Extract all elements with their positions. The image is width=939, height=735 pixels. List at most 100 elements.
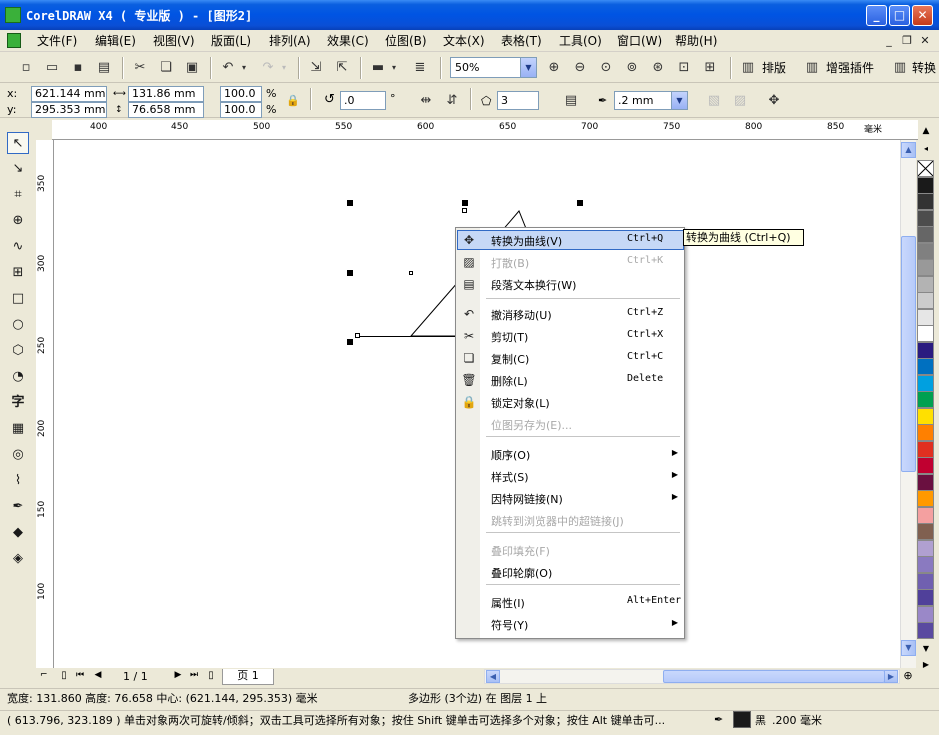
vertical-scrollbar[interactable]: ▲ ▼ — [900, 140, 916, 668]
new-icon[interactable]: ▫ — [16, 58, 36, 78]
to-front-icon[interactable]: ▨ — [730, 91, 750, 111]
menu-item[interactable]: 工具(O) — [559, 32, 602, 50]
color-swatch[interactable] — [917, 292, 934, 309]
wrap-text-icon[interactable]: ▤ — [561, 91, 581, 111]
color-swatch[interactable] — [917, 308, 934, 326]
palette-scroll-down-icon[interactable]: ▼ — [917, 642, 935, 656]
polygon-sides-field[interactable]: 3 — [497, 91, 539, 110]
color-swatch[interactable] — [917, 193, 934, 210]
zoom-height-icon[interactable]: ⊞ — [700, 58, 720, 78]
context-menu-item[interactable]: 位图另存为(E)... — [457, 414, 684, 434]
first-page-icon[interactable]: ⏮ — [74, 670, 86, 684]
app-icon[interactable] — [5, 7, 21, 23]
color-swatch[interactable] — [917, 176, 934, 194]
basic-shapes-icon[interactable]: ◔ — [7, 366, 29, 388]
context-menu-item[interactable]: 叠印填充(F) — [457, 540, 684, 560]
color-swatch[interactable] — [917, 226, 934, 243]
color-swatch[interactable] — [917, 391, 934, 408]
last-page-icon[interactable]: ⏭ — [188, 670, 200, 684]
lock-ratio-icon[interactable]: 🔒 — [286, 94, 300, 108]
context-menu-item[interactable]: ✂ 剪切(T) Ctrl+X — [457, 326, 684, 346]
fill-color-swatch[interactable] — [733, 711, 751, 728]
chevron-down-icon[interactable]: ▼ — [671, 92, 687, 109]
context-menu-item[interactable]: 属性(I) Alt+Enter — [457, 592, 684, 612]
context-menu-item[interactable]: ✥ 转换为曲线(V) Ctrl+Q — [457, 230, 684, 250]
color-swatch[interactable] — [917, 242, 934, 260]
context-menu-item[interactable]: 🔒 锁定对象(L) — [457, 392, 684, 412]
plugin-button[interactable]: 增强插件 — [826, 58, 874, 78]
save-icon[interactable]: ▪ — [68, 58, 88, 78]
color-swatch[interactable] — [917, 341, 934, 359]
palette-expand-icon[interactable]: ▶ — [917, 658, 935, 672]
context-menu-item[interactable]: 顺序(O) ▶ — [457, 444, 684, 464]
zoom-tool-icon[interactable]: ⊕ — [7, 210, 29, 232]
export-icon[interactable]: ⇱ — [332, 58, 352, 78]
convert-button[interactable]: 转换 — [912, 58, 936, 78]
selection-handle-bl[interactable] — [347, 339, 353, 345]
x-position-field[interactable]: 621.144 mm — [31, 86, 107, 102]
color-swatch[interactable] — [917, 160, 934, 177]
paste-icon[interactable]: ▣ — [182, 58, 202, 78]
zoom-page-icon[interactable]: ⊛ — [648, 58, 668, 78]
color-swatch[interactable] — [917, 523, 934, 540]
palette-scroll-up-icon[interactable]: ▲ — [917, 124, 935, 138]
scroll-right-icon[interactable]: ▶ — [884, 670, 898, 683]
color-swatch[interactable] — [917, 209, 934, 227]
scale-height-field[interactable]: 100.0 — [220, 102, 262, 118]
polygon-tool-icon[interactable]: ⬡ — [7, 340, 29, 362]
color-swatch[interactable] — [917, 457, 934, 474]
minimize-button[interactable]: _ — [866, 5, 887, 26]
vertical-ruler[interactable]: 35030025020015010050 — [36, 140, 54, 668]
selection-handle-tc[interactable] — [462, 200, 468, 206]
rectangle-tool-icon[interactable]: □ — [7, 288, 29, 310]
menu-item[interactable]: 编辑(E) — [95, 32, 136, 50]
page-tab[interactable]: 页 1 — [222, 669, 274, 685]
mirror-horizontal-icon[interactable]: ⇹ — [416, 91, 436, 111]
redo-dropdown-icon[interactable]: ▾ — [278, 58, 290, 78]
doc-close-icon[interactable]: ✕ — [917, 33, 933, 48]
crop-tool-icon[interactable]: ⌗ — [7, 184, 29, 206]
cut-icon[interactable]: ✂ — [130, 58, 150, 78]
color-swatch[interactable] — [917, 407, 934, 425]
import-icon[interactable]: ⇲ — [306, 58, 326, 78]
freehand-tool-icon[interactable]: ∿ — [7, 236, 29, 258]
mirror-vertical-icon[interactable]: ⇵ — [442, 91, 462, 111]
app-launcher-icon[interactable]: ▬ — [368, 58, 388, 78]
selection-handle-tl[interactable] — [347, 200, 353, 206]
color-swatch[interactable] — [917, 506, 934, 524]
zoom-out-icon[interactable]: ⊖ — [570, 58, 590, 78]
context-menu-item[interactable]: ▤ 段落文本换行(W) — [457, 274, 684, 294]
color-swatch[interactable] — [917, 259, 934, 276]
menu-item[interactable]: 文本(X) — [443, 32, 485, 50]
context-menu-item[interactable]: 叠印轮廓(O) — [457, 562, 684, 582]
chevron-down-icon[interactable]: ▼ — [520, 58, 536, 77]
add-page-after-icon[interactable]: ▯ — [204, 670, 218, 684]
scroll-down-icon[interactable]: ▼ — [901, 640, 916, 656]
eyedropper-icon[interactable]: ⌇ — [7, 470, 29, 492]
zoom-width-icon[interactable]: ⊡ — [674, 58, 694, 78]
context-menu-item[interactable]: 🗑 删除(L) Delete — [457, 370, 684, 390]
selection-handle-ml[interactable] — [347, 270, 353, 276]
close-button[interactable]: ✕ — [912, 5, 933, 26]
outline-tool-icon[interactable]: ✒ — [7, 496, 29, 518]
h-scroll-thumb[interactable] — [663, 670, 885, 683]
layout-button[interactable]: 排版 — [762, 58, 786, 78]
width-field[interactable]: 131.86 mm — [128, 86, 204, 102]
node-handle[interactable] — [409, 271, 413, 275]
context-menu-item[interactable]: ↶ 撤消移动(U) Ctrl+Z — [457, 304, 684, 324]
copy-icon[interactable]: ❏ — [156, 58, 176, 78]
table-tool-icon[interactable]: ▦ — [7, 418, 29, 440]
context-menu-item[interactable]: 跳转到浏览器中的超链接(J) — [457, 510, 684, 530]
color-swatch[interactable] — [917, 424, 934, 441]
text-tool-icon[interactable]: 字 — [7, 392, 29, 414]
node-handle[interactable] — [462, 208, 467, 213]
pick-tool-icon[interactable]: ↖ — [7, 132, 29, 154]
scroll-left-icon[interactable]: ◀ — [486, 670, 500, 683]
shape-tool-icon[interactable]: ↘ — [7, 158, 29, 180]
palette-flyout-icon[interactable]: ◂ — [917, 143, 935, 155]
ellipse-tool-icon[interactable]: ○ — [7, 314, 29, 336]
scale-width-field[interactable]: 100.0 — [220, 86, 262, 102]
fill-tool-icon[interactable]: ◆ — [7, 522, 29, 544]
context-menu-item[interactable]: ▨ 打散(B) Ctrl+K — [457, 252, 684, 272]
zoom-select[interactable]: 50% ▼ — [450, 57, 537, 78]
